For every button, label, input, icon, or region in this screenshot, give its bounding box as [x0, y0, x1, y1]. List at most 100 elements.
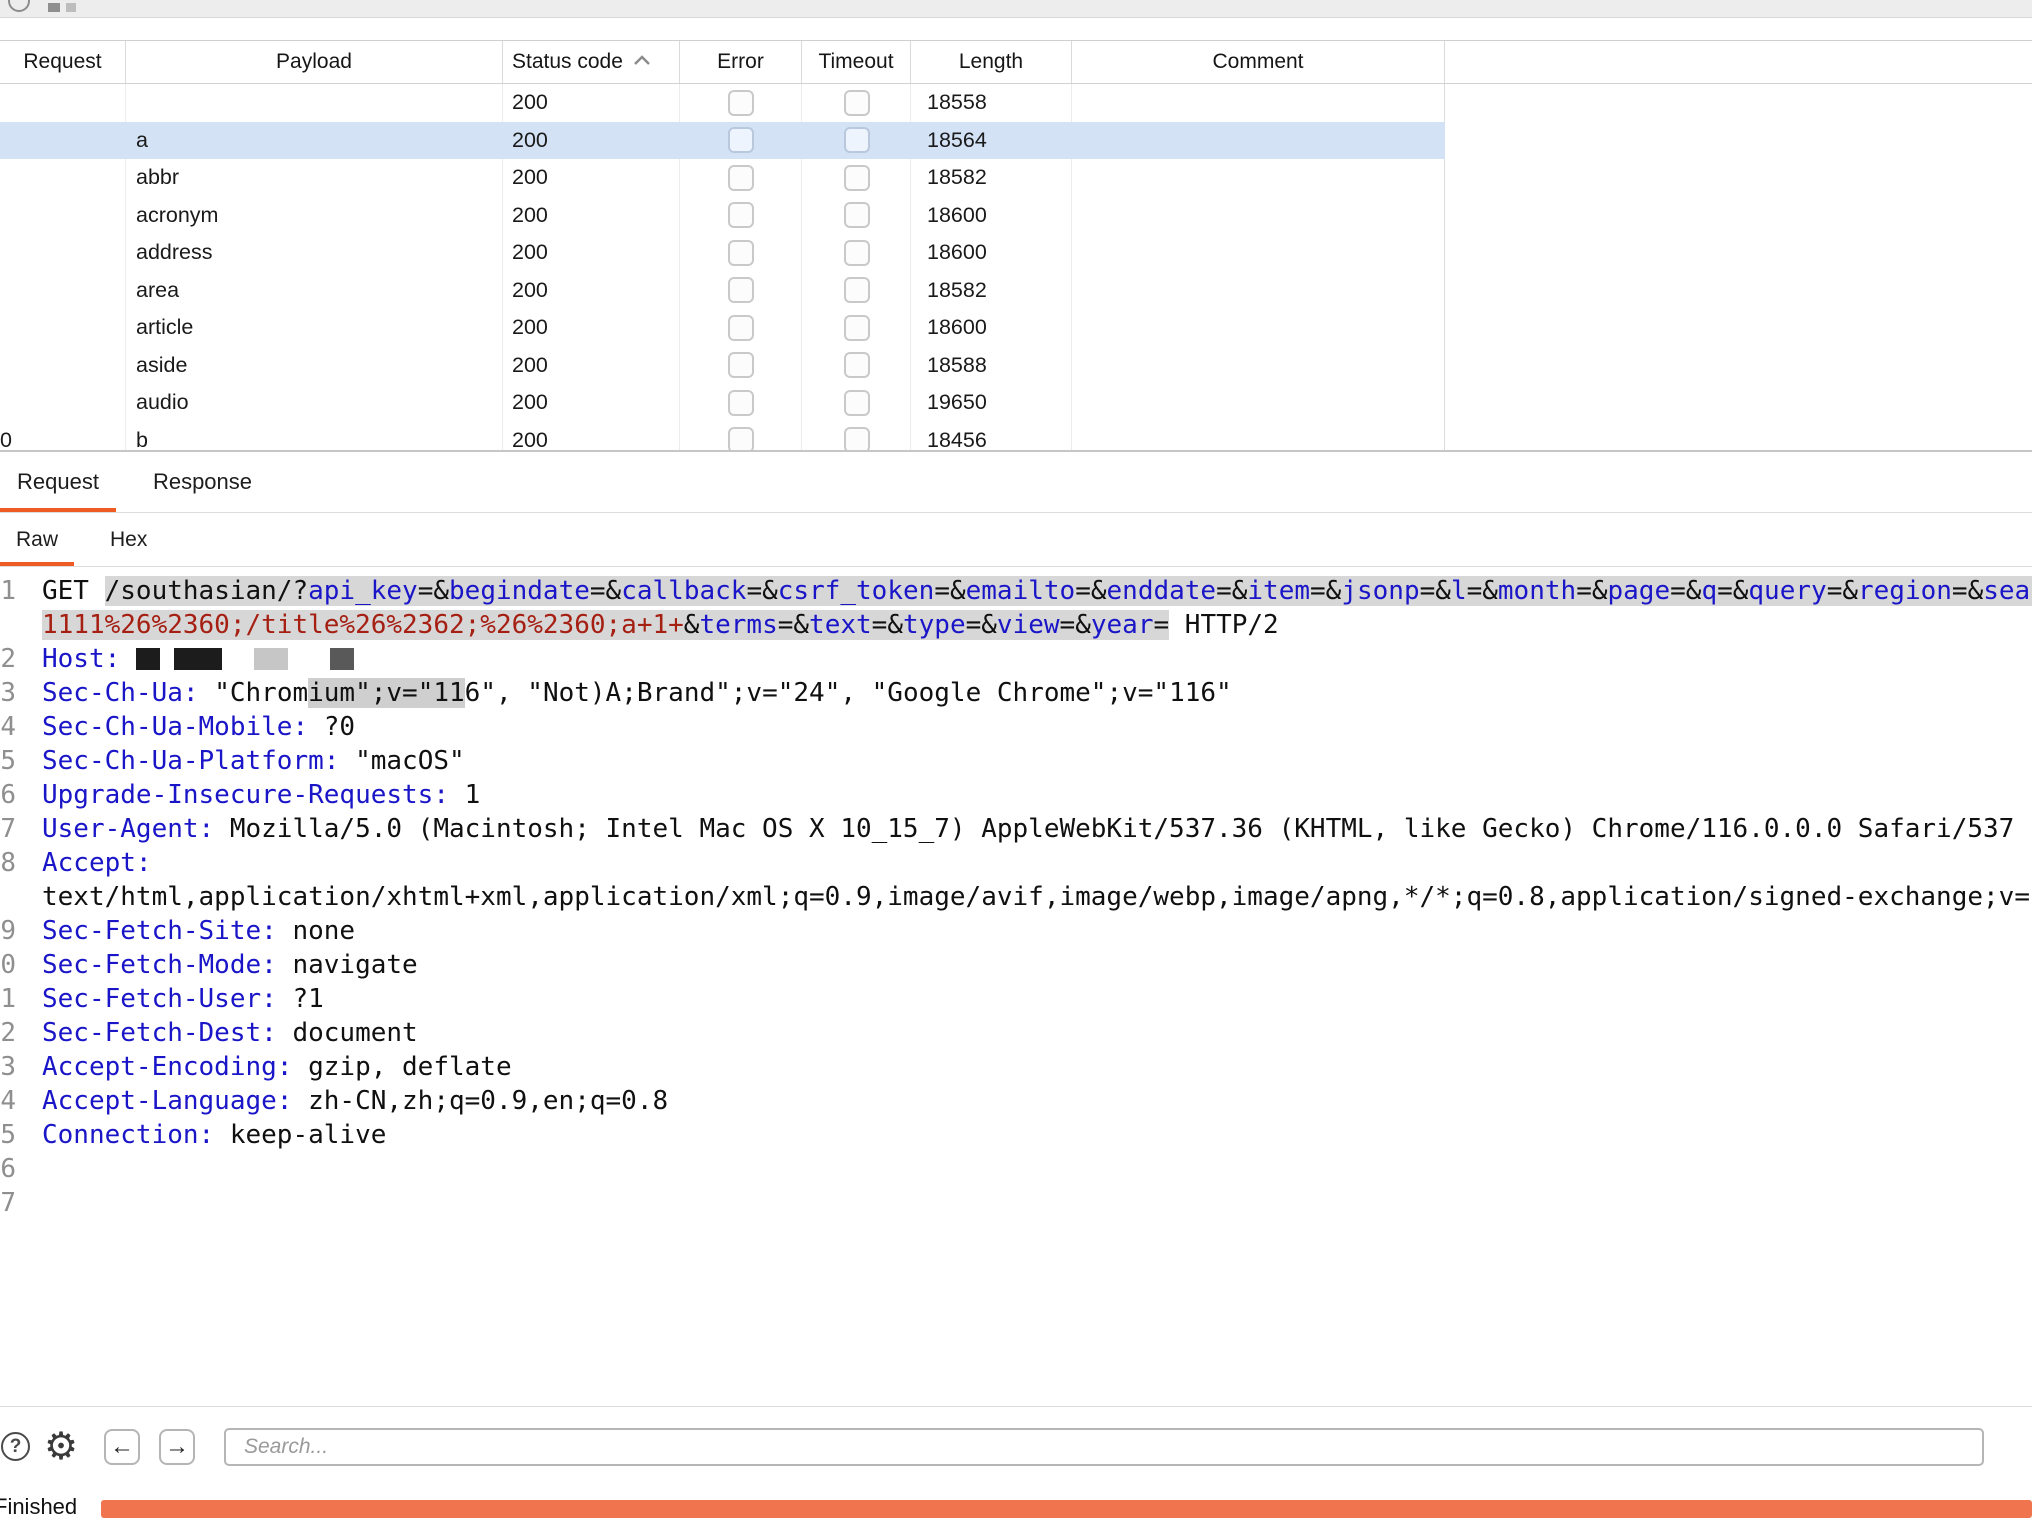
table-row[interactable]: aside20018588 [0, 347, 1445, 385]
timeout-checkbox[interactable] [844, 202, 870, 228]
table-row[interactable]: a20018564 [0, 122, 1445, 160]
table-header: Request Payload Status code Error Timeou… [0, 40, 2032, 84]
error-checkbox[interactable] [728, 127, 754, 153]
comment-cell [1072, 197, 1445, 235]
table-row[interactable]: acronym20018600 [0, 197, 1445, 235]
timeout-checkbox[interactable] [844, 427, 870, 450]
timeout-checkbox[interactable] [844, 165, 870, 191]
partial-tab-icon [8, 0, 30, 12]
table-row[interactable]: 0b20018456 [0, 422, 1445, 451]
payload-cell: audio [126, 384, 503, 422]
column-header-timeout[interactable]: Timeout [802, 41, 911, 83]
status-code-cell: 200 [503, 234, 680, 272]
editor-line: 1111%26%2360;/title%26%2362;%26%2360;a+1… [0, 608, 2032, 642]
error-checkbox-cell [680, 197, 802, 235]
error-checkbox[interactable] [728, 90, 754, 116]
editor-text-segment: Sec-Fetch-Site: [42, 916, 277, 946]
payload-cell: area [126, 272, 503, 310]
editor-text-segment: l [1451, 576, 1467, 606]
table-row[interactable]: address20018600 [0, 234, 1445, 272]
column-header-length[interactable]: Length [911, 41, 1072, 83]
timeout-checkbox[interactable] [844, 390, 870, 416]
error-checkbox[interactable] [728, 277, 754, 303]
timeout-checkbox[interactable] [844, 277, 870, 303]
line-number: 16 [0, 1152, 16, 1186]
search-input[interactable] [224, 1428, 1984, 1466]
timeout-checkbox-cell [802, 347, 911, 385]
comment-cell [1072, 422, 1445, 451]
line-number: 11 [0, 982, 16, 1016]
payload-cell: address [126, 234, 503, 272]
editor-text-segment: =& [778, 610, 809, 640]
column-header-comment[interactable]: Comment [1072, 41, 1445, 83]
error-checkbox[interactable] [728, 165, 754, 191]
line-number: 17 [0, 1186, 16, 1220]
editor-text-segment: jsonp [1341, 576, 1419, 606]
editor-text-segment: year [1091, 610, 1154, 640]
column-header-payload[interactable]: Payload [126, 41, 503, 83]
column-header-request[interactable]: Request [0, 41, 126, 83]
error-checkbox[interactable] [728, 352, 754, 378]
editor-text-segment: Mozilla/5.0 (Macintosh; Intel Mac OS X 1… [214, 814, 2014, 844]
tab-hex[interactable]: Hex [94, 513, 163, 566]
line-number: 2 [0, 642, 16, 676]
editor-text-segment: Accept-Encoding: [42, 1052, 292, 1082]
column-header-error[interactable]: Error [680, 41, 802, 83]
status-code-cell: 200 [503, 122, 680, 160]
editor-text-segment: item [1247, 576, 1310, 606]
editor-line: text/html,application/xhtml+xml,applicat… [0, 880, 2032, 914]
editor-line: 17 [0, 1186, 2032, 1220]
tab-response[interactable]: Response [136, 452, 269, 512]
tab-raw[interactable]: Raw [0, 513, 74, 566]
column-header-status-code[interactable]: Status code [503, 41, 680, 83]
results-table-body: 20018558a20018564abbr20018582acronym2001… [0, 84, 1445, 450]
editor-line: 9Sec-Fetch-Site: none [0, 914, 2032, 948]
editor-line: 15Connection: keep-alive [0, 1118, 2032, 1152]
timeout-checkbox[interactable] [844, 240, 870, 266]
editor-text-segment: enddate [1107, 576, 1217, 606]
help-icon[interactable]: ? [1, 1432, 30, 1461]
editor-line: 10Sec-Fetch-Mode: navigate [0, 948, 2032, 982]
editor-text-segment: 1111%26%2360;/title%26%2362;%26%2360;a+1… [42, 610, 684, 640]
next-match-button[interactable]: → [159, 1429, 195, 1465]
editor-text-segment: =& [1670, 576, 1701, 606]
table-row[interactable]: 20018558 [0, 84, 1445, 122]
request-editor[interactable]: 1GET /southasian/?api_key=&begindate=&ca… [0, 567, 2032, 1406]
timeout-checkbox-cell [802, 422, 911, 451]
error-checkbox[interactable] [728, 390, 754, 416]
column-header-label: Comment [1212, 50, 1303, 74]
attack-progress-bar [101, 1500, 2032, 1518]
editor-text-segment: none [277, 916, 355, 946]
error-checkbox[interactable] [728, 202, 754, 228]
table-row[interactable]: audio20019650 [0, 384, 1445, 422]
timeout-checkbox[interactable] [844, 315, 870, 341]
timeout-checkbox-cell [802, 234, 911, 272]
editor-text-segment: zh-CN,zh;q=0.9,en;q=0.8 [292, 1086, 668, 1116]
error-checkbox[interactable] [728, 427, 754, 450]
editor-text-segment: =& [1717, 576, 1748, 606]
timeout-checkbox[interactable] [844, 127, 870, 153]
table-row[interactable]: area20018582 [0, 272, 1445, 310]
comment-cell [1072, 384, 1445, 422]
column-header-label: Request [23, 50, 101, 74]
line-number: 3 [0, 676, 16, 710]
timeout-checkbox[interactable] [844, 352, 870, 378]
editor-text-segment: =& [872, 610, 903, 640]
editor-line: 16 [0, 1152, 2032, 1186]
length-cell: 18600 [911, 309, 1072, 347]
table-row[interactable]: article20018600 [0, 309, 1445, 347]
error-checkbox-cell [680, 159, 802, 197]
editor-text-segment: Sec-Ch-Ua-Mobile: [42, 712, 308, 742]
error-checkbox[interactable] [728, 315, 754, 341]
timeout-checkbox[interactable] [844, 90, 870, 116]
gear-icon[interactable]: ⚙ [42, 1427, 80, 1465]
status-code-cell: 200 [503, 422, 680, 451]
column-header-label: Payload [276, 50, 352, 74]
error-checkbox-cell [680, 122, 802, 160]
tab-request[interactable]: Request [0, 452, 116, 512]
previous-match-button[interactable]: ← [104, 1429, 140, 1465]
table-row[interactable]: abbr20018582 [0, 159, 1445, 197]
error-checkbox[interactable] [728, 240, 754, 266]
request-number-cell [0, 122, 126, 160]
message-tab-bar: Request Response [0, 452, 2032, 513]
